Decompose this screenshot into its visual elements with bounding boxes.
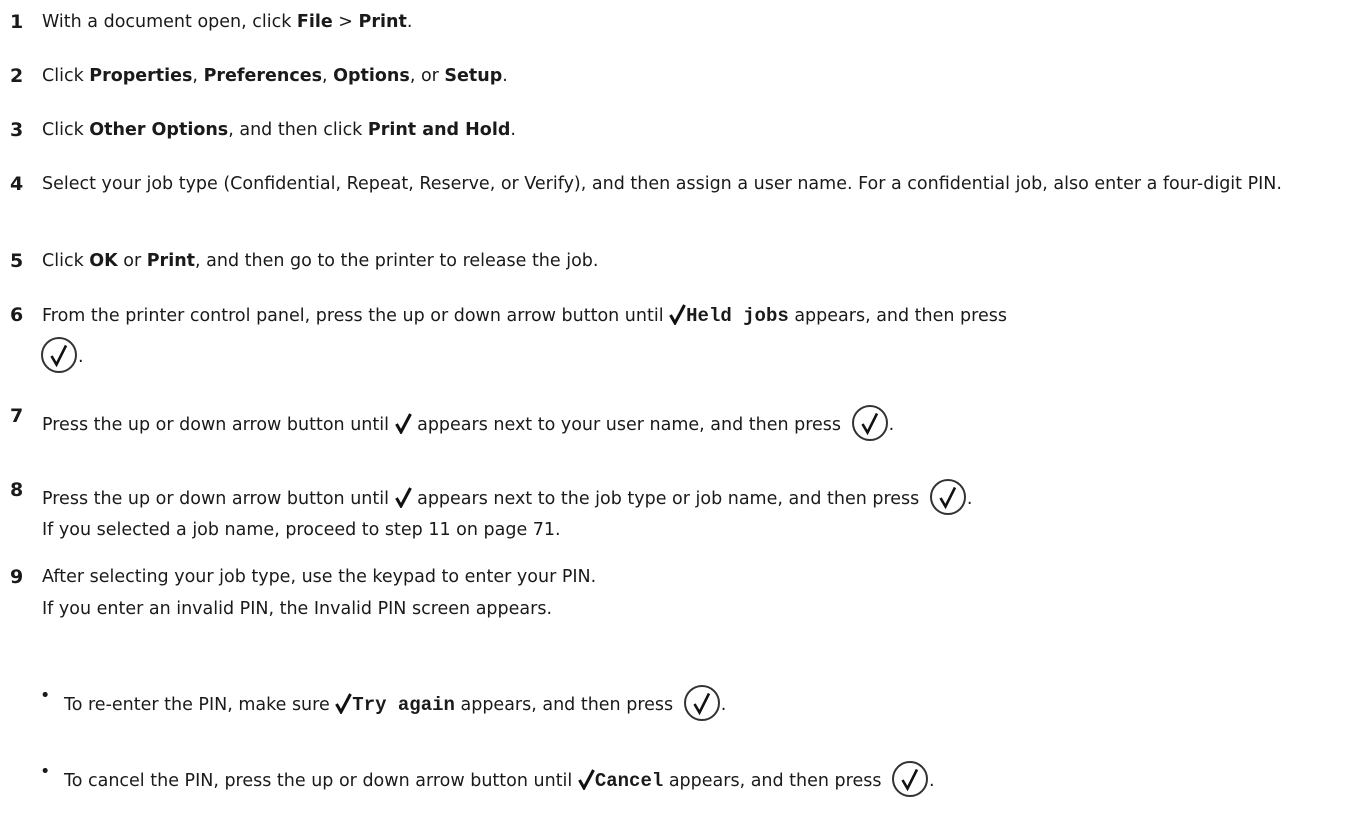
bullet-text: To re-enter the PIN, make sure Try again… xyxy=(64,684,1350,722)
checkmark-icon xyxy=(578,768,595,790)
step-note: If you selected a job name, proceed to s… xyxy=(42,520,561,540)
step-text: Press the up or down arrow button until … xyxy=(42,478,1350,516)
step-text: Click Other Options, and then click Prin… xyxy=(42,120,516,140)
select-button-icon xyxy=(929,478,967,516)
step-number: 7 xyxy=(10,405,24,427)
step-number: 4 xyxy=(10,173,24,195)
bold-print-and-hold: Print and Hold xyxy=(367,120,511,140)
menu-file: File xyxy=(296,12,333,32)
step-number: 3 xyxy=(10,119,24,141)
step-text: From the printer control panel, press th… xyxy=(42,303,1007,327)
step-4: 4 Select your job type (Confidential, Re… xyxy=(10,172,1350,196)
step-2: 2 Click Properties, Preferences, Options… xyxy=(10,64,1350,88)
select-button-icon xyxy=(40,336,78,374)
select-button-icon xyxy=(851,404,889,442)
bold-properties: Properties xyxy=(89,66,193,86)
bold-print: Print xyxy=(146,251,196,271)
checkmark-icon xyxy=(394,412,412,434)
step-text: Click OK or Print, and then go to the pr… xyxy=(42,251,599,271)
bullet-item-retry: • To re-enter the PIN, make sure Try aga… xyxy=(40,684,1350,722)
bullet-glyph: • xyxy=(40,686,51,706)
step-text: With a document open, click File > Print… xyxy=(42,12,413,32)
bold-setup: Setup xyxy=(444,66,503,86)
display-text-try-again: Try again xyxy=(352,694,455,716)
checkmark-icon xyxy=(394,486,412,508)
step-number: 5 xyxy=(10,250,24,272)
bold-other-options: Other Options xyxy=(89,120,229,140)
step-number: 1 xyxy=(10,11,24,33)
step-6: 6 From the printer control panel, press … xyxy=(10,303,1350,374)
select-button-icon xyxy=(683,684,721,722)
step-text: Click Properties, Preferences, Options, … xyxy=(42,66,508,86)
step-number: 8 xyxy=(10,479,24,501)
step-note: If you enter an invalid PIN, the Invalid… xyxy=(42,599,553,619)
step-number: 9 xyxy=(10,566,24,588)
step-text-continued: . xyxy=(40,336,1350,374)
display-text-cancel: Cancel xyxy=(594,770,664,792)
checkmark-icon xyxy=(335,692,353,714)
step-number: 6 xyxy=(10,304,24,326)
checkmark-icon xyxy=(669,303,686,325)
bullet-text: To cancel the PIN, press the up or down … xyxy=(64,760,1350,798)
menu-print: Print xyxy=(358,12,407,32)
step-8: 8 Press the up or down arrow button unti… xyxy=(10,478,1350,542)
step-5: 5 Click OK or Print, and then go to the … xyxy=(10,249,1350,273)
bold-preferences: Preferences xyxy=(203,66,322,86)
bold-options: Options xyxy=(333,66,410,86)
display-text-held-jobs: Held jobs xyxy=(686,305,789,327)
step-text: After selecting your job type, use the k… xyxy=(42,567,597,587)
step-text: Select your job type (Confidential, Repe… xyxy=(42,174,1282,194)
bold-ok: OK xyxy=(89,251,118,271)
select-button-icon xyxy=(891,760,929,798)
step-number: 2 xyxy=(10,65,24,87)
step-3: 3 Click Other Options, and then click Pr… xyxy=(10,118,1350,142)
step-text: Press the up or down arrow button until … xyxy=(42,404,1350,442)
step-1: 1 With a document open, click File > Pri… xyxy=(10,10,1350,34)
bullet-glyph: • xyxy=(40,762,51,782)
bullet-item-cancel: • To cancel the PIN, press the up or dow… xyxy=(40,760,1350,798)
step-7: 7 Press the up or down arrow button unti… xyxy=(10,404,1350,442)
step-9: 9 After selecting your job type, use the… xyxy=(10,565,1350,621)
